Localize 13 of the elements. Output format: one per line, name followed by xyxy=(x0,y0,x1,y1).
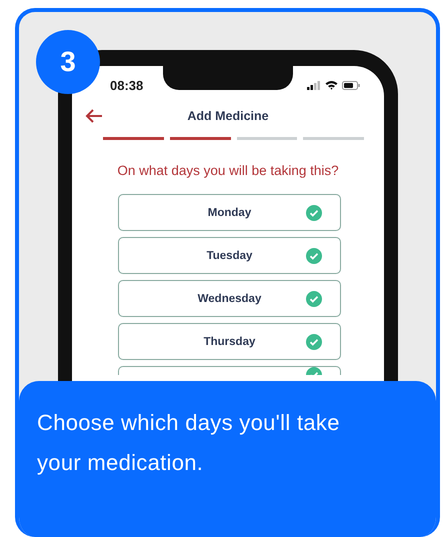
back-arrow-icon[interactable] xyxy=(85,109,103,123)
status-time: 08:38 xyxy=(110,78,144,92)
caption-text: Choose which days you'll take your medication. xyxy=(37,409,341,477)
day-option[interactable]: Monday xyxy=(118,194,341,231)
signal-icon xyxy=(307,80,321,90)
day-option[interactable]: Thursday xyxy=(118,323,341,360)
battery-icon xyxy=(342,80,360,90)
wifi-icon xyxy=(325,80,338,90)
day-option[interactable]: Wednesday xyxy=(118,280,341,317)
question-text: On what days you will be taking this? xyxy=(116,163,340,178)
screen-title: Add Medicine xyxy=(187,109,269,123)
step-number-badge: 3 xyxy=(36,30,100,94)
day-option[interactable]: Tuesday xyxy=(118,237,341,274)
